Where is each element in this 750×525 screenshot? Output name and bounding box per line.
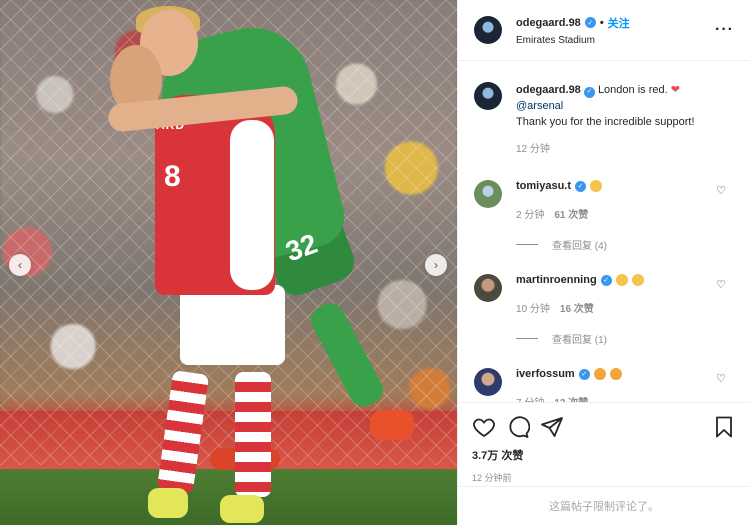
save-bookmark-icon[interactable] — [712, 415, 736, 439]
verified-badge-icon: ✓ — [583, 86, 595, 98]
commenter-avatar[interactable] — [474, 274, 502, 302]
chevron-left-icon: ‹ — [18, 258, 22, 272]
like-comment-heart-icon[interactable]: ♡ — [716, 278, 726, 291]
commenter-avatar[interactable] — [474, 180, 502, 208]
verified-badge-icon: ✓ — [578, 368, 590, 380]
comments-limited-notice: 这篇帖子限制评论了。 — [458, 486, 750, 525]
author-username[interactable]: odegaard.98 — [516, 17, 581, 29]
comment-item: tomiyasu.t ✓ 2 分钟 61 次赞 查看回复 (4) ♡ — [474, 180, 734, 252]
replies-divider — [516, 338, 538, 339]
comment-bubble-icon[interactable] — [506, 415, 531, 439]
commenter-avatar[interactable] — [474, 368, 502, 396]
player-sleeve — [230, 120, 274, 290]
instagram-post: 32 ARD 8 ‹ › odegaard.98 ✓ • 关注 — [0, 0, 750, 525]
red-heart-emoji: ❤ — [670, 84, 680, 96]
view-replies-button[interactable]: 查看回复 (4) — [516, 237, 734, 252]
comment-username[interactable]: martinroenning — [516, 274, 597, 286]
comment-username[interactable]: tomiyasu.t — [516, 180, 571, 192]
player-sock — [235, 372, 271, 497]
player-boot — [220, 495, 264, 523]
comment-item: martinroenning ✓ 10 分钟 16 次赞 查看回复 (1) ♡ — [474, 274, 734, 346]
likes-count[interactable]: 3.7万 次赞 — [472, 447, 736, 463]
post-timestamp[interactable]: 12 分钟前 — [472, 471, 736, 484]
keeper-boot — [370, 410, 414, 440]
clap-emoji — [615, 274, 628, 286]
post-side-panel: odegaard.98 ✓ • 关注 Emirates Stadium ··· … — [457, 0, 750, 525]
caption-time[interactable]: 12 分钟 — [516, 142, 695, 158]
like-comment-heart-icon[interactable]: ♡ — [716, 184, 726, 197]
caption-username[interactable]: odegaard.98 — [516, 84, 581, 96]
comment-username[interactable]: iverfossum — [516, 368, 575, 380]
previous-photo-button[interactable]: ‹ — [9, 254, 31, 276]
replies-divider — [516, 244, 538, 245]
player-shorts — [180, 285, 285, 365]
comments-list[interactable]: odegaard.98 ✓ London is red. ❤ @arsenal … — [458, 62, 750, 402]
heart-eyes-emoji — [593, 368, 606, 380]
comment-item: iverfossum ✓ 7 分钟 12 次赞 ♡ — [474, 368, 734, 402]
post-actions: 3.7万 次赞 12 分钟前 — [458, 402, 750, 484]
comment-likes[interactable]: 61 次赞 — [554, 206, 588, 221]
comment-likes[interactable]: 12 次赞 — [554, 394, 588, 402]
caption-text-line2: Thank you for the incredible support! — [516, 116, 695, 128]
caption-mention[interactable]: @arsenal — [516, 98, 695, 114]
verified-badge-icon: ✓ — [584, 17, 596, 28]
comment-time[interactable]: 7 分钟 — [516, 394, 544, 402]
chevron-right-icon: › — [434, 258, 438, 272]
player-jersey-number: 8 — [164, 160, 181, 193]
follow-button[interactable]: 关注 — [608, 15, 630, 31]
clap-emoji — [631, 274, 644, 286]
next-photo-button[interactable]: › — [425, 254, 447, 276]
like-heart-icon[interactable] — [472, 415, 496, 439]
view-replies-label: 查看回复 (1) — [552, 335, 607, 346]
post-caption: odegaard.98 ✓ London is red. ❤ @arsenal … — [474, 82, 734, 158]
view-replies-label: 查看回复 (4) — [552, 241, 607, 252]
view-replies-button[interactable]: 查看回复 (1) — [516, 331, 734, 346]
share-paper-plane-icon[interactable] — [540, 415, 564, 439]
post-photo[interactable]: 32 ARD 8 ‹ › — [0, 0, 457, 525]
verified-badge-icon: ✓ — [575, 180, 587, 192]
author-avatar[interactable] — [474, 82, 502, 110]
comment-time[interactable]: 2 分钟 — [516, 206, 544, 221]
location-link[interactable]: Emirates Stadium — [516, 35, 715, 46]
caption-text: London is red. — [597, 84, 668, 96]
separator-dot: • — [599, 16, 604, 29]
player-boot — [148, 488, 188, 518]
like-comment-heart-icon[interactable]: ♡ — [716, 372, 726, 385]
comment-likes[interactable]: 16 次赞 — [560, 300, 594, 315]
comment-time[interactable]: 10 分钟 — [516, 300, 550, 315]
heart-eyes-emoji — [609, 368, 622, 380]
author-avatar[interactable] — [474, 16, 502, 44]
verified-badge-icon: ✓ — [600, 274, 612, 286]
clap-emoji — [590, 180, 603, 192]
post-header: odegaard.98 ✓ • 关注 Emirates Stadium ··· — [458, 0, 750, 61]
more-options-icon[interactable]: ··· — [715, 21, 734, 39]
